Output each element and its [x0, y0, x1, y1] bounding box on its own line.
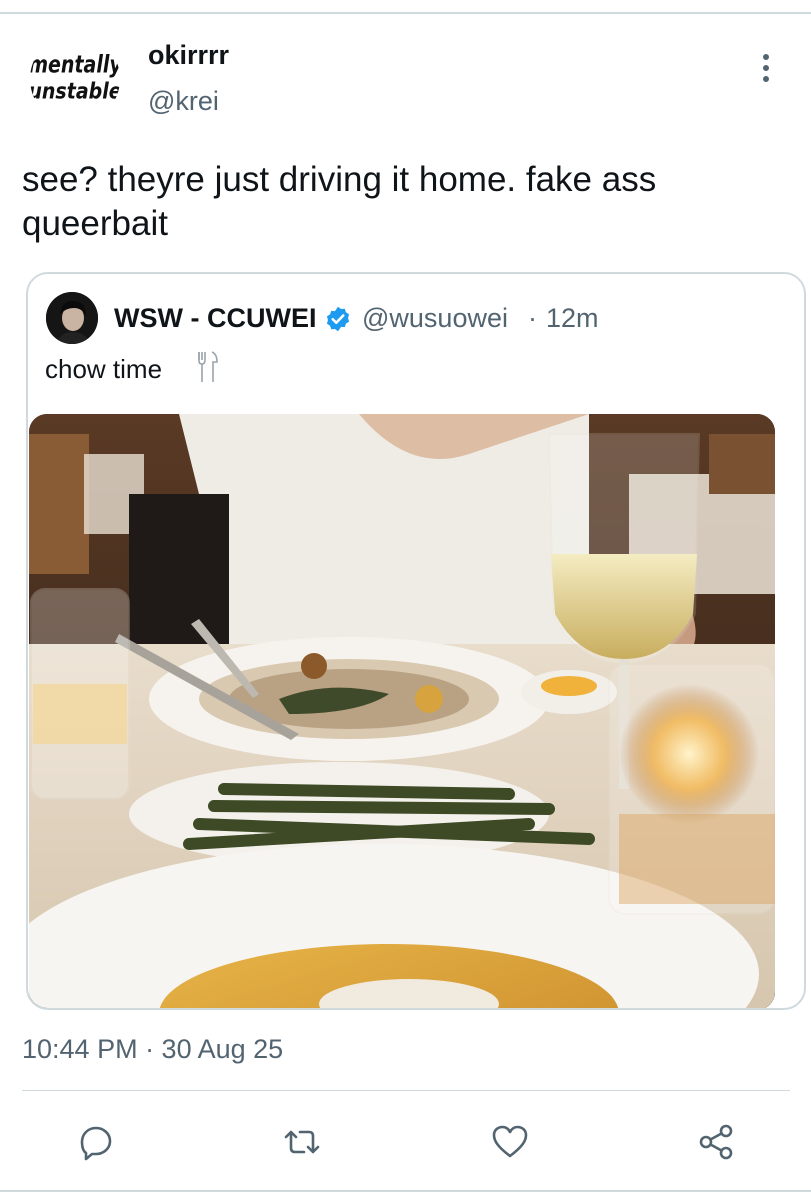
quote-author-handle[interactable]: @wusuowei [362, 303, 508, 334]
top-divider [0, 12, 811, 14]
actions-divider [22, 1090, 790, 1091]
verified-badge-icon [326, 306, 350, 332]
quoted-tweet-card[interactable]: WSW - CCUWEI @wusuowei · 12m chow time [26, 272, 806, 1010]
quote-avatar-image [46, 292, 98, 344]
tweet-text-line: queerbait [22, 204, 168, 243]
quote-separator: · [528, 303, 537, 333]
avatar-text-bottom: unstable [30, 78, 120, 104]
quote-author-avatar[interactable] [46, 292, 98, 344]
avatar-text-top: mentally [30, 52, 120, 80]
retweet-icon [284, 1130, 320, 1154]
quote-time-ago[interactable]: 12m [546, 303, 599, 334]
tweet-timestamp[interactable]: 10:44 PM · 30 Aug 25 [22, 1034, 283, 1065]
quote-author-name[interactable]: WSW - CCUWEI [114, 303, 316, 334]
share-icon [699, 1124, 733, 1160]
dinner-table-photo [29, 414, 775, 1008]
reply-button[interactable] [74, 1120, 118, 1164]
more-dot-icon [763, 54, 769, 60]
quote-media-photo[interactable] [29, 414, 775, 1008]
bottom-divider [0, 1190, 811, 1192]
tweet-text-line: see? theyre just driving it home. fake a… [22, 160, 657, 199]
more-dot-icon [763, 76, 769, 82]
author-avatar[interactable]: mentally unstable [30, 34, 120, 124]
author-handle[interactable]: @krei [148, 86, 219, 117]
fork-knife-icon [198, 351, 218, 382]
action-bar [0, 1112, 811, 1172]
retweet-button[interactable] [280, 1120, 324, 1164]
more-options-button[interactable] [750, 48, 782, 88]
like-button[interactable] [488, 1120, 532, 1164]
tweet-text: see? theyre just driving it home. fake a… [22, 158, 782, 246]
avatar-logo-image: mentally unstable [30, 35, 120, 123]
reply-icon [80, 1126, 112, 1161]
quote-text: chow time [45, 354, 163, 384]
heart-icon [492, 1125, 528, 1158]
author-name[interactable]: okirrrr [148, 40, 229, 71]
share-button[interactable] [694, 1120, 738, 1164]
more-dot-icon [763, 65, 769, 71]
